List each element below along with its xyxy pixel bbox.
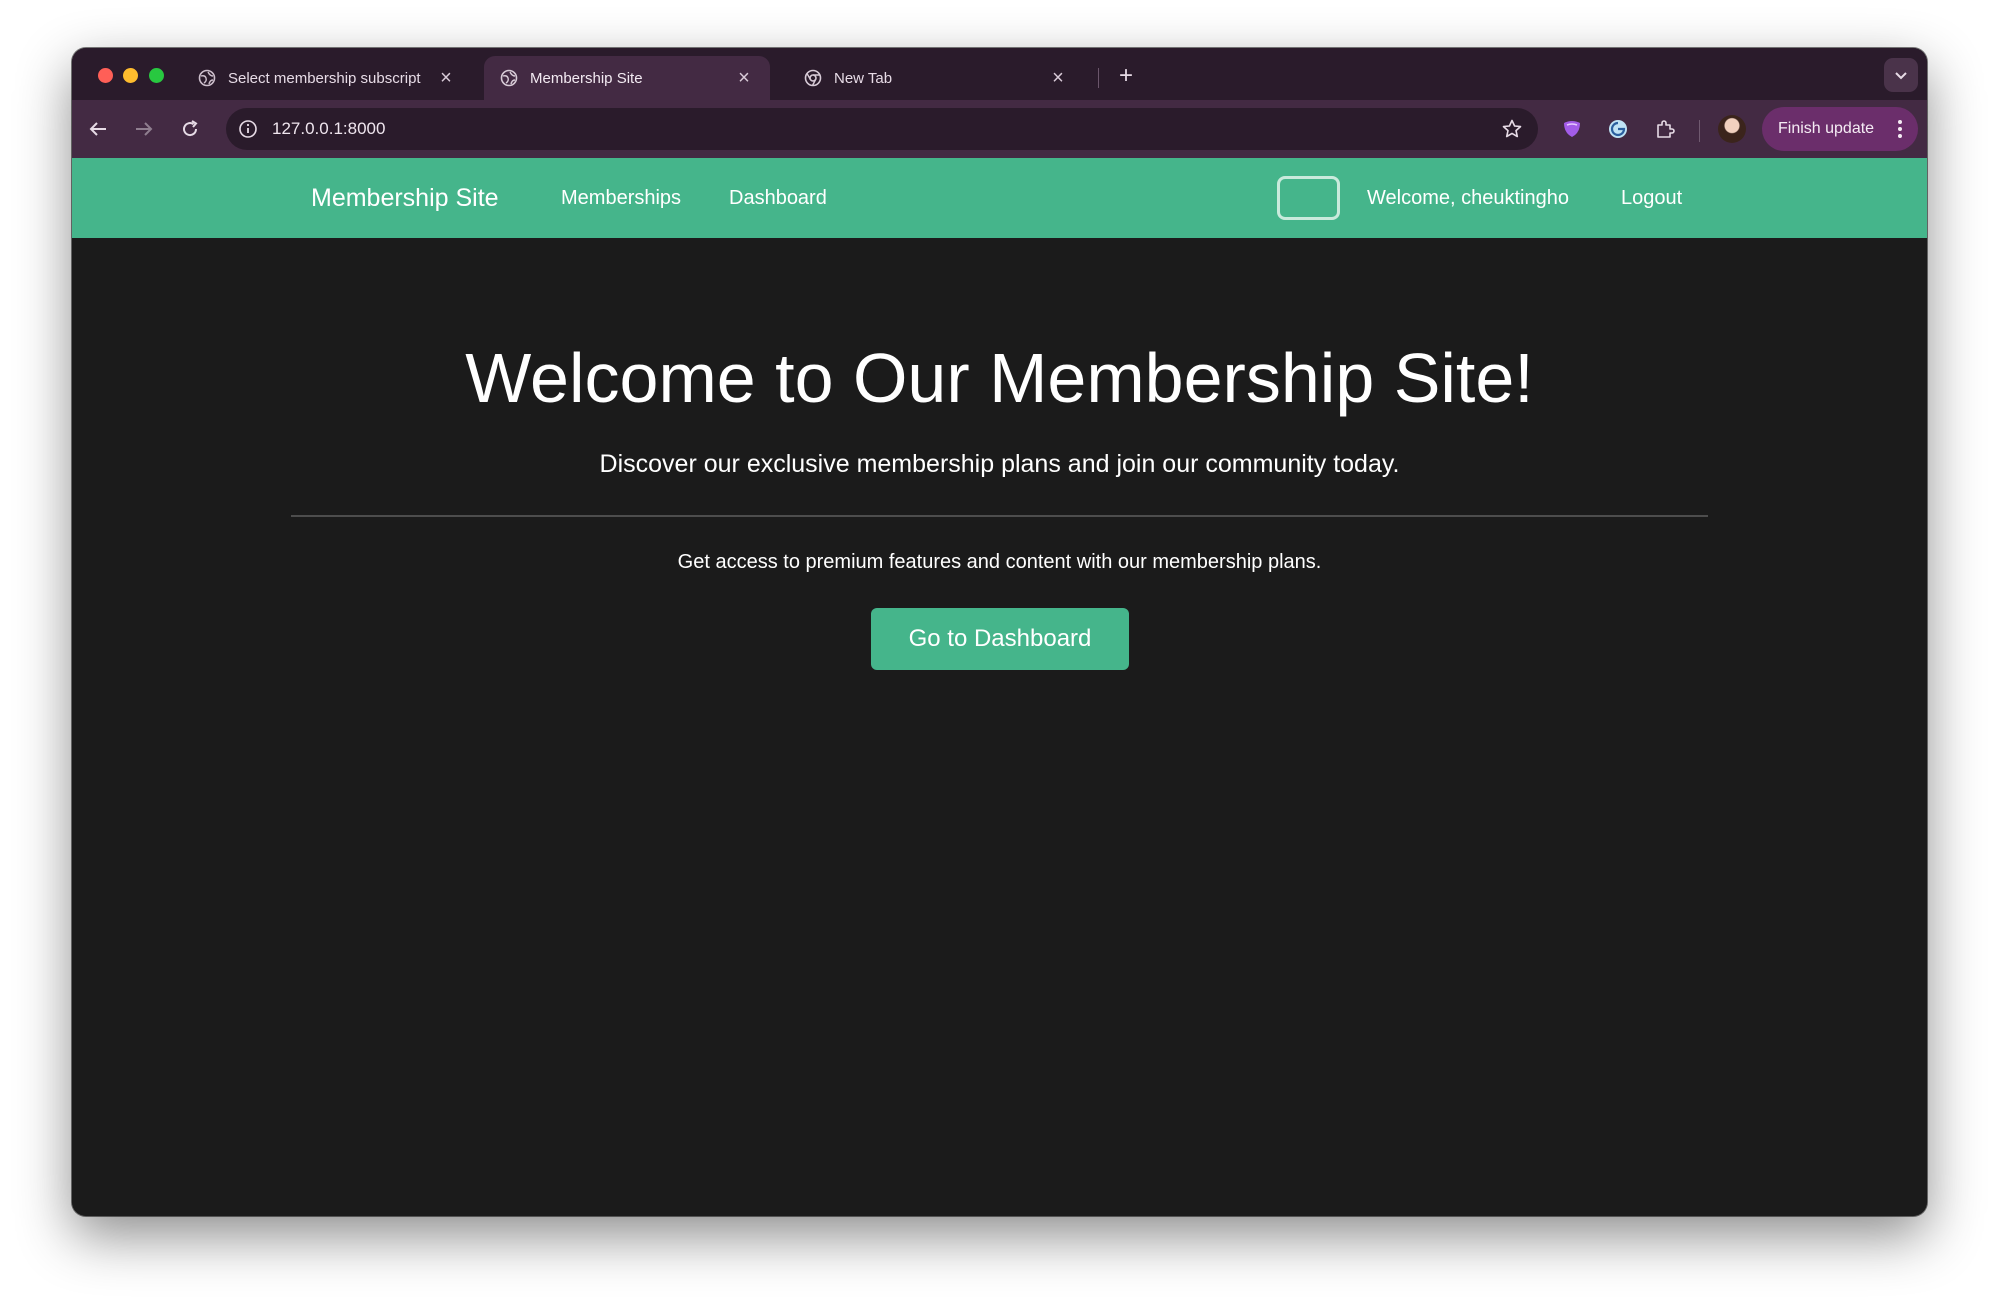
hero-title: Welcome to Our Membership Site! <box>465 339 1534 417</box>
extension-shield-icon[interactable] <box>1558 115 1586 143</box>
more-menu-icon[interactable] <box>1898 119 1902 139</box>
hero-divider <box>291 515 1708 517</box>
theme-toggle-button[interactable] <box>1277 176 1340 220</box>
tab-membership-site[interactable]: Membership Site × <box>484 56 770 100</box>
extensions-puzzle-icon[interactable] <box>1651 115 1679 143</box>
profile-avatar[interactable] <box>1718 115 1746 143</box>
nav-dashboard-link[interactable]: Dashboard <box>729 158 827 238</box>
forward-icon[interactable] <box>126 111 162 147</box>
browser-window: Select membership subscript × Membership… <box>72 48 1927 1216</box>
chrome-icon <box>804 69 822 87</box>
main-content: Welcome to Our Membership Site! Discover… <box>72 238 1927 1216</box>
go-to-dashboard-button[interactable]: Go to Dashboard <box>871 608 1129 670</box>
tab-divider <box>1098 68 1099 88</box>
minimize-window-button[interactable] <box>123 68 138 83</box>
close-tab-icon[interactable]: × <box>436 68 456 88</box>
tab-strip: Select membership subscript × Membership… <box>72 48 1927 100</box>
site-navbar: Membership Site Memberships Dashboard We… <box>72 158 1927 238</box>
tab-search-button[interactable] <box>1884 58 1918 92</box>
tab-new-tab[interactable]: New Tab × <box>788 56 1084 100</box>
toolbar-divider <box>1699 120 1700 142</box>
reload-icon[interactable] <box>172 111 208 147</box>
address-bar[interactable]: 127.0.0.1:8000 <box>226 108 1538 150</box>
globe-icon <box>198 69 216 87</box>
finish-update-button[interactable]: Finish update <box>1762 107 1918 151</box>
globe-icon <box>500 69 518 87</box>
tab-select-membership[interactable]: Select membership subscript × <box>182 56 472 100</box>
welcome-text: Welcome, cheuktingho <box>1367 187 1569 209</box>
bookmark-star-icon[interactable] <box>1500 117 1524 141</box>
site-brand-link[interactable]: Membership Site <box>311 158 499 238</box>
close-window-button[interactable] <box>98 68 113 83</box>
tab-title: Membership Site <box>530 69 643 87</box>
chevron-down-icon <box>1895 72 1907 80</box>
extension-g-icon[interactable] <box>1604 115 1632 143</box>
moon-icon <box>1303 191 1311 205</box>
hero-subtitle: Discover our exclusive membership plans … <box>599 450 1400 478</box>
hero-text: Get access to premium features and conte… <box>677 551 1322 573</box>
maximize-window-button[interactable] <box>149 68 164 83</box>
close-tab-icon[interactable]: × <box>734 68 754 88</box>
tab-title: Select membership subscript <box>228 69 421 87</box>
tab-title: New Tab <box>834 69 893 87</box>
close-tab-icon[interactable]: × <box>1048 68 1068 88</box>
browser-toolbar: 127.0.0.1:8000 Finish update <box>72 100 1927 158</box>
new-tab-button[interactable]: + <box>1110 60 1142 92</box>
back-icon[interactable] <box>80 111 116 147</box>
nav-memberships-link[interactable]: Memberships <box>561 158 681 238</box>
url-text: 127.0.0.1:8000 <box>272 119 386 138</box>
site-info-icon[interactable] <box>236 117 260 141</box>
finish-update-label: Finish update <box>1778 120 1875 137</box>
logout-link[interactable]: Logout <box>1621 158 1682 238</box>
